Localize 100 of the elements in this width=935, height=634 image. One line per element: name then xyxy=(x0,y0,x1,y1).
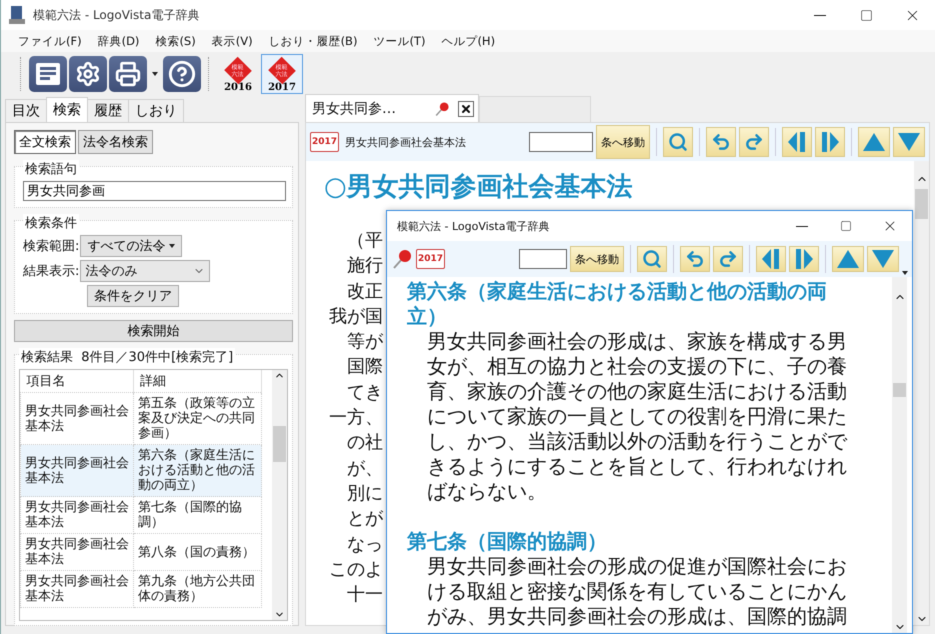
down-button[interactable] xyxy=(893,127,925,157)
maximize-icon xyxy=(860,8,872,22)
close-icon xyxy=(460,102,472,114)
group-legend: 検索条件 xyxy=(23,214,79,232)
search-button[interactable] xyxy=(637,246,667,272)
display-select[interactable]: 法令のみ xyxy=(80,260,210,282)
article-number-field[interactable] xyxy=(519,249,567,269)
table-cell: 男女共同参画社会基本法 xyxy=(20,570,134,608)
document-icon xyxy=(35,62,61,86)
document-tab[interactable]: 男女共同参… xyxy=(305,94,479,122)
document-text-line: 等が xyxy=(346,330,383,354)
curved-arrow-right-icon xyxy=(718,249,738,269)
menu-item[interactable]: 検索(S) xyxy=(148,32,203,50)
curved-arrow-left-icon xyxy=(685,249,705,269)
group-legend: 検索語句 xyxy=(23,160,79,178)
menu-item[interactable]: ファイル(F) xyxy=(11,32,89,50)
pin-icon[interactable] xyxy=(434,100,450,116)
curved-arrow-left-icon xyxy=(711,132,731,152)
document-button[interactable] xyxy=(29,56,67,92)
menu-item[interactable]: しおり・履歴(B) xyxy=(262,32,364,50)
document-text-line: 改正 xyxy=(346,280,383,304)
popup-title: 模範六法 - LogoVista電子辞典 xyxy=(397,218,550,234)
dropdown-caret-icon xyxy=(169,244,176,248)
scroll-thumb[interactable] xyxy=(273,426,286,462)
document-text-line: （平 xyxy=(346,229,383,253)
settings-button[interactable] xyxy=(69,56,107,92)
search-icon xyxy=(668,132,688,152)
start-search-button[interactable]: 検索開始 xyxy=(14,320,293,342)
article-text: 男女共同参画社会の形成の促進が国際社会における取組と密接な関係を有していることにかんがみ、男女共同参画社会の形成は、国際的協調 xyxy=(426,554,847,629)
tab-close-button[interactable] xyxy=(458,100,474,116)
forward-button[interactable] xyxy=(713,246,743,272)
menu-item[interactable]: ツール(T) xyxy=(366,32,432,50)
jump-to-article-button[interactable]: 条へ移動 xyxy=(596,125,650,159)
scroll-thumb[interactable] xyxy=(915,189,928,219)
maximize-icon xyxy=(840,220,852,232)
minimize-icon xyxy=(814,14,826,16)
edition-badge: 2017 xyxy=(416,249,446,269)
menu-item[interactable]: 辞典(D) xyxy=(90,32,146,50)
print-button[interactable] xyxy=(109,56,147,92)
dropdown-caret-icon[interactable] xyxy=(902,271,908,275)
up-button[interactable] xyxy=(832,246,864,272)
back-button[interactable] xyxy=(680,246,710,272)
scrollbar[interactable] xyxy=(892,277,907,633)
next-button[interactable] xyxy=(789,246,819,272)
article-number-field[interactable] xyxy=(529,132,593,152)
down-triangle-icon xyxy=(898,133,920,151)
document-text-line: 一方、 xyxy=(329,406,383,430)
document-text-line: なっ xyxy=(346,532,383,557)
previous-icon xyxy=(787,131,807,153)
menu-item[interactable]: 表示(V) xyxy=(204,32,260,50)
group-legend: 検索結果 8件目／30件中[検索完了] xyxy=(19,348,236,366)
document-text-line: 別に xyxy=(346,482,383,506)
next-icon xyxy=(794,248,814,270)
article-heading: 第六条（家庭生活における活動と他の活動の両立） xyxy=(407,279,827,329)
previous-button[interactable] xyxy=(756,246,786,272)
settings-icon xyxy=(75,60,101,86)
curved-arrow-right-icon xyxy=(744,132,764,152)
result-row[interactable]: 男女共同参画社会基本法 第九条（地方公共団体の責務） xyxy=(20,570,262,608)
up-triangle-icon xyxy=(837,250,859,268)
app-icon xyxy=(9,6,25,24)
document-text-line: が、 xyxy=(346,456,383,481)
scroll-thumb[interactable] xyxy=(893,383,906,397)
document-text-line: とが xyxy=(346,507,383,532)
clear-conditions-button[interactable]: 条件をクリア xyxy=(87,285,179,307)
query-field[interactable]: 男女共同参画 xyxy=(23,181,286,201)
side-tab[interactable]: 検索 xyxy=(46,97,88,122)
document-text-line: 我が国 xyxy=(329,304,383,329)
jump-to-article-button[interactable]: 条へ移動 xyxy=(570,246,624,272)
previous-button[interactable] xyxy=(782,127,812,157)
search-mode-tab[interactable]: 全文検索 xyxy=(14,130,76,154)
help-button[interactable] xyxy=(163,56,201,92)
document-text-line: の社 xyxy=(346,431,383,456)
menu-item[interactable]: ヘルプ(H) xyxy=(434,32,502,50)
side-tab[interactable]: 目次 xyxy=(5,99,47,122)
search-icon xyxy=(642,249,662,269)
scrollbar[interactable] xyxy=(914,161,929,625)
document-text-line: 国際 xyxy=(346,355,383,380)
scrollbar[interactable] xyxy=(272,370,287,620)
pin-icon[interactable] xyxy=(391,248,413,270)
next-icon xyxy=(820,131,840,153)
forward-button[interactable] xyxy=(739,127,769,157)
document-text-line: このよ xyxy=(329,558,383,582)
dropdown-caret-icon[interactable] xyxy=(152,72,158,76)
table-cell: 第九条（地方公共団体の責務） xyxy=(133,570,262,608)
search-button[interactable] xyxy=(663,127,693,157)
back-button[interactable] xyxy=(706,127,736,157)
article-text: 男女共同参画社会の形成は、家族を構成する男女が、相互の協力と社会の支援の下に、子の養育、家族の介護その他の家庭生活における活動について家族の一員としての役割を円滑に果たし、かつ、当該活動以外の活動を行うことができるようにすることを旨として、行われなければならない。 xyxy=(426,329,847,504)
edition-badge: 2017 xyxy=(310,132,340,152)
side-tab[interactable]: しおり xyxy=(128,99,184,122)
range-dropdown-button[interactable]: すべての法令 xyxy=(80,235,182,257)
law-title: 男女共同参画社会基本法 xyxy=(345,134,468,150)
result-row[interactable]: 男女共同参画社会基本法 第七条（国際的協調） xyxy=(20,496,262,534)
printer-icon xyxy=(115,60,141,86)
search-mode-tab[interactable]: 法令名検索 xyxy=(78,130,153,154)
up-triangle-icon xyxy=(863,133,885,151)
down-triangle-icon xyxy=(872,250,894,268)
up-button[interactable] xyxy=(858,127,890,157)
next-button[interactable] xyxy=(815,127,845,157)
help-icon xyxy=(168,60,196,88)
window-title: 模範六法 - LogoVista電子辞典 xyxy=(33,6,200,24)
